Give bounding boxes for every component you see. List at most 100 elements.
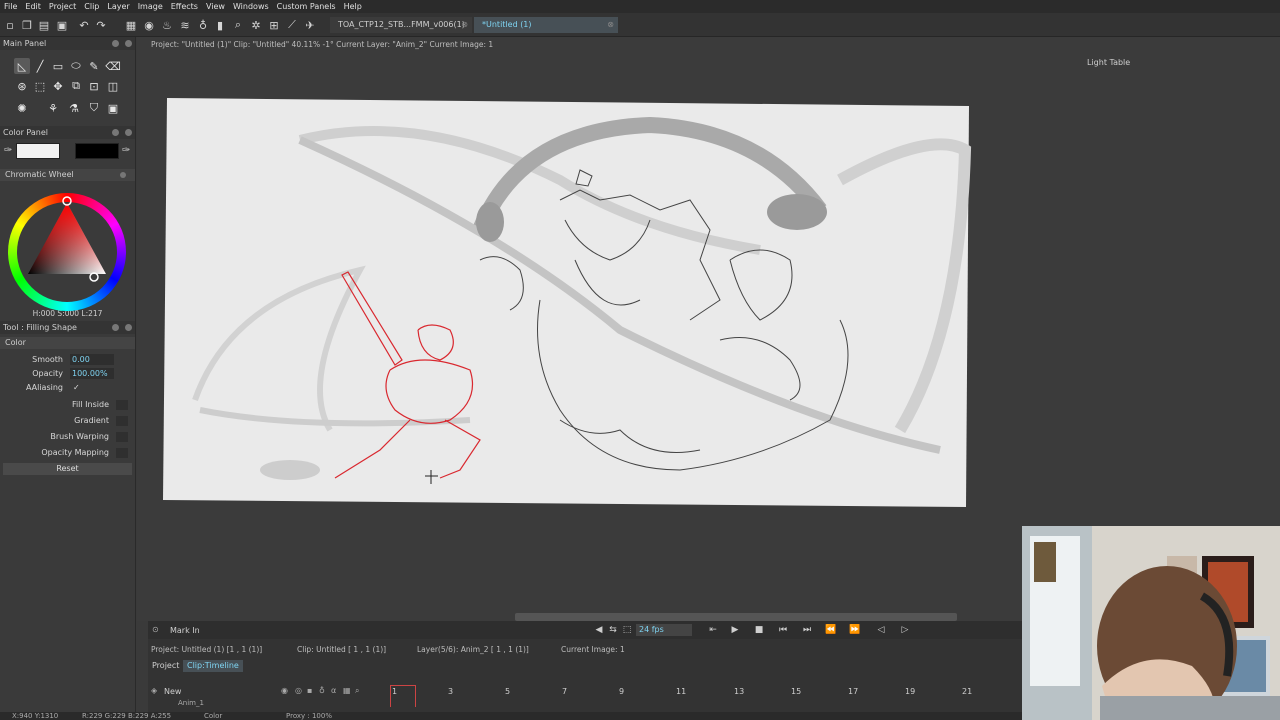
next-image-icon[interactable]: ▷: [898, 624, 912, 636]
color-icon[interactable]: ◉: [141, 17, 157, 33]
frame-number[interactable]: 11: [676, 687, 686, 696]
send-icon[interactable]: ✈: [302, 17, 318, 33]
mark-in-icon[interactable]: ⊙: [152, 625, 159, 634]
frame-number[interactable]: 21: [962, 687, 972, 696]
secondary-color-swatch[interactable]: [75, 143, 119, 159]
play-icon[interactable]: ▶: [728, 624, 742, 636]
frame-number[interactable]: 15: [791, 687, 801, 696]
light-icon[interactable]: ♁: [195, 17, 211, 33]
pen-tool-icon[interactable]: ✎: [86, 58, 102, 74]
lock-icon[interactable]: ▪: [307, 686, 312, 695]
frame-number[interactable]: 1: [392, 687, 397, 696]
line-tool-icon[interactable]: ╱: [32, 58, 48, 74]
smudge-tool-icon[interactable]: ✺: [14, 100, 30, 116]
menu-view[interactable]: View: [202, 2, 229, 11]
last-frame-icon[interactable]: ⏭: [800, 624, 814, 636]
frame-number[interactable]: 5: [505, 687, 510, 696]
eyedropper-icon[interactable]: ✑: [122, 145, 130, 156]
lasso-tool-icon[interactable]: ⊛: [14, 78, 30, 94]
layer-expand-icon[interactable]: ◈: [151, 686, 157, 695]
ruler-icon[interactable]: ▮: [212, 17, 228, 33]
layer-anim1-label[interactable]: Anim_1: [178, 699, 204, 707]
minimize-icon[interactable]: [112, 40, 119, 47]
layer-new-label[interactable]: New: [164, 687, 181, 696]
stamp-tool-icon[interactable]: ▣: [105, 100, 121, 116]
grid-icon[interactable]: ▦: [343, 686, 351, 695]
save-icon[interactable]: ▣: [54, 17, 70, 33]
fill-inside-toggle[interactable]: [116, 400, 128, 410]
grid-icon[interactable]: ⊞: [266, 17, 282, 33]
menu-help[interactable]: Help: [340, 2, 366, 11]
primary-color-swatch[interactable]: [16, 143, 60, 159]
aaliasing-checkbox[interactable]: ✓: [73, 383, 80, 392]
menu-effects[interactable]: Effects: [167, 2, 202, 11]
warp-tool-icon[interactable]: ⊡: [86, 78, 102, 94]
first-frame-icon[interactable]: ⏮: [776, 624, 790, 636]
alpha-icon[interactable]: α: [331, 686, 336, 695]
light-icon[interactable]: ♁: [319, 686, 325, 695]
rectangle-tool-icon[interactable]: ▭: [50, 58, 66, 74]
close-icon[interactable]: [125, 40, 132, 47]
undo-icon[interactable]: ↶: [76, 17, 92, 33]
frame-number[interactable]: 3: [448, 687, 453, 696]
menu-image[interactable]: Image: [134, 2, 167, 11]
fill-tool-icon[interactable]: ⚗: [66, 100, 82, 116]
brush-warping-toggle[interactable]: [116, 432, 128, 442]
minimize-icon[interactable]: [112, 129, 119, 136]
ellipse-tool-icon[interactable]: ⬭: [68, 58, 84, 74]
opacity-field[interactable]: 100.00%: [70, 368, 114, 379]
visibility-icon[interactable]: ◉: [281, 686, 288, 695]
liquify-tool-icon[interactable]: ⚘: [45, 100, 61, 116]
prev-key-icon[interactable]: ⏪: [824, 624, 838, 636]
smooth-field[interactable]: 0.00: [70, 354, 114, 365]
horizontal-scrollbar[interactable]: [515, 613, 957, 621]
frame-number[interactable]: 17: [848, 687, 858, 696]
sound-icon[interactable]: ◀: [592, 624, 606, 636]
chromatic-wheel[interactable]: [0, 181, 136, 311]
tab-project[interactable]: Project: [148, 660, 183, 672]
tab-document-1[interactable]: TOA_CTP12_STB...FMM_v006(1) ⊗: [330, 17, 472, 33]
zoom-icon[interactable]: ⌕: [230, 17, 246, 33]
menu-edit[interactable]: Edit: [21, 2, 45, 11]
move-tool-icon[interactable]: ✥: [50, 78, 66, 94]
saturation-triangle[interactable]: [0, 181, 136, 307]
loop-icon[interactable]: ⇆: [606, 624, 620, 636]
transform-tool-icon[interactable]: ⧉: [68, 78, 84, 94]
new-project-icon[interactable]: ❐: [19, 17, 35, 33]
curve-icon[interactable]: ⟋: [284, 17, 300, 33]
layers-icon[interactable]: ≋: [177, 17, 193, 33]
stop-icon[interactable]: ■: [752, 624, 766, 636]
menu-custom-panels[interactable]: Custom Panels: [273, 2, 340, 11]
gradient-toggle[interactable]: [116, 416, 128, 426]
open-icon[interactable]: ▤: [36, 17, 52, 33]
range-icon[interactable]: ⬚: [620, 624, 634, 636]
frame-number[interactable]: 19: [905, 687, 915, 696]
select-tool-icon[interactable]: ⬚: [32, 78, 48, 94]
eye-icon[interactable]: ◎: [295, 686, 302, 695]
frame-number[interactable]: 13: [734, 687, 744, 696]
new-file-icon[interactable]: ▫: [2, 17, 18, 33]
menu-project[interactable]: Project: [45, 2, 80, 11]
menu-clip[interactable]: Clip: [80, 2, 103, 11]
tab-document-2[interactable]: *Untitled (1) ⊗: [474, 17, 618, 33]
close-icon[interactable]: [120, 172, 126, 178]
prev-image-icon[interactable]: ◁: [874, 624, 888, 636]
close-icon[interactable]: [125, 129, 132, 136]
bucket-tool-icon[interactable]: ⛉: [86, 100, 102, 116]
minimize-icon[interactable]: [112, 324, 119, 331]
close-icon[interactable]: ⊗: [607, 17, 614, 33]
step-back-icon[interactable]: ⇤: [706, 624, 720, 636]
menu-layer[interactable]: Layer: [103, 2, 133, 11]
opacity-mapping-toggle[interactable]: [116, 448, 128, 458]
eraser-tool-icon[interactable]: ⌫: [105, 58, 121, 74]
next-key-icon[interactable]: ⏩: [848, 624, 862, 636]
effects-icon[interactable]: ✲: [248, 17, 264, 33]
color-section-header[interactable]: Color: [0, 337, 135, 349]
light-table-label[interactable]: Light Table: [1087, 58, 1130, 67]
close-icon[interactable]: [125, 324, 132, 331]
fps-field[interactable]: 24 fps: [636, 624, 692, 636]
close-icon[interactable]: ⊗: [461, 17, 468, 33]
redo-icon[interactable]: ↷: [93, 17, 109, 33]
camera-tool-icon[interactable]: ◫: [105, 78, 121, 94]
frame-number[interactable]: 9: [619, 687, 624, 696]
